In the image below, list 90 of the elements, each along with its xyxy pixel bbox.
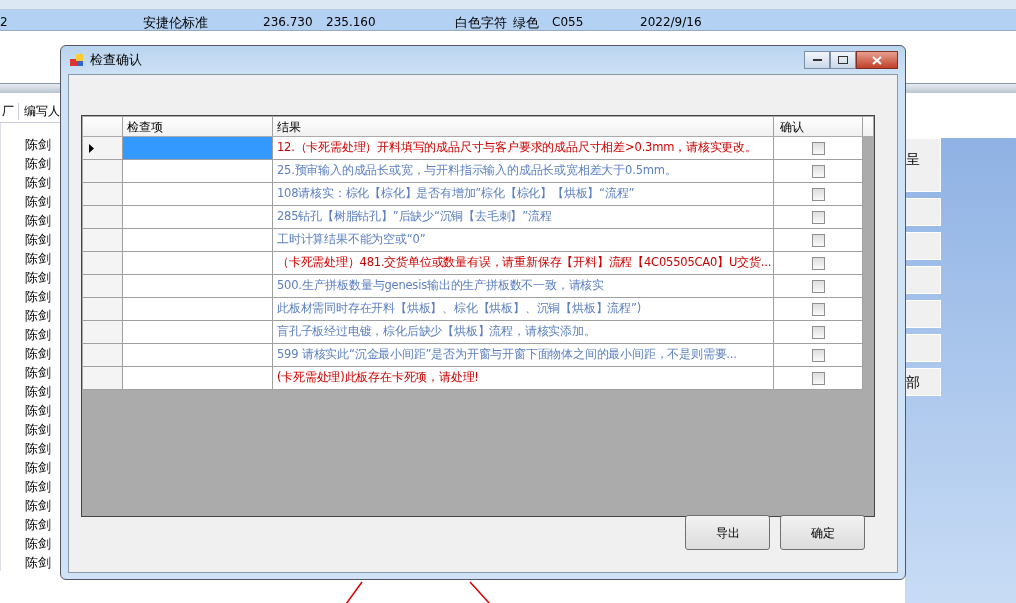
- table-cell-text: 陈剑: [25, 251, 52, 267]
- table-cell-text: 陈剑: [25, 194, 52, 210]
- text-field[interactable]: 呈: [905, 138, 941, 192]
- table-cell-text: 陈剑: [25, 175, 52, 191]
- table-cell-text: C055: [552, 14, 584, 31]
- checkbox[interactable]: [811, 141, 825, 155]
- table-cell[interactable]: [123, 229, 273, 252]
- table-row[interactable]: [0, 0, 1016, 10]
- minimize-button[interactable]: [804, 51, 830, 69]
- table-cell-text: 绿色: [513, 14, 539, 32]
- table-cell: (卡死需处理)此板存在卡死项，请处理!: [273, 367, 774, 390]
- current-row-icon: [89, 143, 94, 153]
- table-cell-text: 安捷伦标准: [143, 14, 208, 32]
- text-field[interactable]: 部: [905, 368, 941, 396]
- table-cell[interactable]: [123, 321, 273, 344]
- table-cell-text: 陈剑: [25, 232, 52, 248]
- dialog-button[interactable]: 导出: [685, 515, 770, 550]
- table-cell-text: 陈剑: [25, 555, 52, 571]
- column-header: 确认: [774, 117, 863, 136]
- table-cell: 108请核实：棕化【棕化】是否有增加”棕化【棕化】【烘板】“流程”: [273, 183, 774, 206]
- checkbox[interactable]: [811, 164, 825, 178]
- table-cell-text: 白色字符: [455, 14, 507, 32]
- window-title: 检查确认: [90, 51, 142, 70]
- table-cell-text: 236.730: [263, 14, 313, 31]
- table-cell-text: 陈剑: [25, 213, 52, 229]
- table-cell-text: 陈剑: [25, 536, 52, 552]
- table-cell: 599 请核实此“沉金最小间距”是否为开窗与开窗下面物体之间的最小间距，不是则需要...: [273, 344, 774, 367]
- table-cell-text: 陈剑: [25, 137, 52, 153]
- table-cell[interactable]: [123, 275, 273, 298]
- column-header: 结果: [273, 117, 774, 136]
- table-cell-text: 235.160: [326, 14, 376, 31]
- table-cell: 12.（卡死需处理）开料填写的成品尺寸与客户要求的成品尺寸相差>0.3mm，请核实更改。: [273, 137, 774, 160]
- table-cell-text: 陈剑: [25, 517, 52, 533]
- table-cell-text: 陈剑: [25, 403, 52, 419]
- table-cell[interactable]: [123, 137, 273, 160]
- table-cell-text: 陈剑: [25, 365, 52, 381]
- maximize-button[interactable]: [830, 51, 856, 69]
- column-header: 检查项: [123, 117, 273, 136]
- checkbox[interactable]: [811, 187, 825, 201]
- text-field[interactable]: [905, 266, 941, 294]
- column-header: 编写人: [23, 102, 60, 120]
- checkbox[interactable]: [811, 233, 825, 247]
- table-cell: 工时计算结果不能为空或“0”: [273, 229, 774, 252]
- table-cell-text: 陈剑: [25, 479, 52, 495]
- table-cell-text: 陈剑: [25, 346, 52, 362]
- checkbox[interactable]: [811, 302, 825, 316]
- table-cell-text: 陈剑: [25, 156, 52, 172]
- checkbox[interactable]: [811, 325, 825, 339]
- text-field[interactable]: [905, 300, 941, 328]
- checkbox[interactable]: [811, 279, 825, 293]
- table-cell: 25.预审输入的成品长或宽，与开料指示输入的成品长或宽相差大于0.5mm。: [273, 160, 774, 183]
- table-cell-text: 陈剑: [25, 270, 52, 286]
- table-cell: 此板材需同时存在开料【烘板】、棕化【烘板】、沉铜【烘板】流程”): [273, 298, 774, 321]
- table-row[interactable]: 2 安捷伦标准 236.730 235.160 白色字符 绿色 C055 2022/9/16: [0, 10, 1016, 31]
- table-cell-text: 2022/9/16: [640, 14, 702, 31]
- row-header[interactable]: [83, 137, 123, 160]
- checkbox[interactable]: [811, 348, 825, 362]
- text-field[interactable]: [905, 232, 941, 260]
- table-cell[interactable]: [123, 252, 273, 275]
- table-cell[interactable]: [123, 344, 273, 367]
- table-cell-text: 2: [0, 14, 8, 31]
- minimize-icon: [812, 58, 822, 62]
- text-field[interactable]: [905, 198, 941, 226]
- table-cell-text: 陈剑: [25, 460, 52, 476]
- table-cell: 500.生产拼板数量与genesis输出的生产拼板数不一致，请核实: [273, 275, 774, 298]
- table-cell-text: 陈剑: [25, 308, 52, 324]
- close-icon: [872, 55, 882, 65]
- close-button[interactable]: [856, 51, 898, 69]
- table-cell-text: 陈剑: [25, 422, 52, 438]
- checkbox[interactable]: [811, 256, 825, 270]
- column-header: 厂: [0, 102, 19, 121]
- table-cell: 285钻孔【树脂钻孔】”后缺少“沉铜【去毛刺】”流程: [273, 206, 774, 229]
- table-cell-text: 陈剑: [25, 384, 52, 400]
- app-icon: [70, 53, 84, 67]
- table-cell[interactable]: [123, 160, 273, 183]
- table-cell[interactable]: [123, 183, 273, 206]
- table-cell[interactable]: [123, 298, 273, 321]
- table-cell-text: 陈剑: [25, 289, 52, 305]
- table-cell[interactable]: [123, 367, 273, 390]
- table-cell[interactable]: [123, 206, 273, 229]
- dialog-button[interactable]: 确定: [780, 515, 865, 550]
- checkbox[interactable]: [811, 210, 825, 224]
- table-cell: （卡死需处理）481.交货单位或数量有误，请重新保存【开料】流程【4C05505CA0】U交货...: [273, 252, 774, 275]
- checkbox[interactable]: [811, 371, 825, 385]
- text-field[interactable]: [905, 334, 941, 362]
- maximize-icon: [838, 56, 848, 64]
- table-cell: 盲孔子板经过电镀，棕化后缺少【烘板】流程，请核实添加。: [273, 321, 774, 344]
- table-cell-text: 陈剑: [25, 441, 52, 457]
- table-cell-text: 陈剑: [25, 327, 52, 343]
- table-cell-text: 陈剑: [25, 498, 52, 514]
